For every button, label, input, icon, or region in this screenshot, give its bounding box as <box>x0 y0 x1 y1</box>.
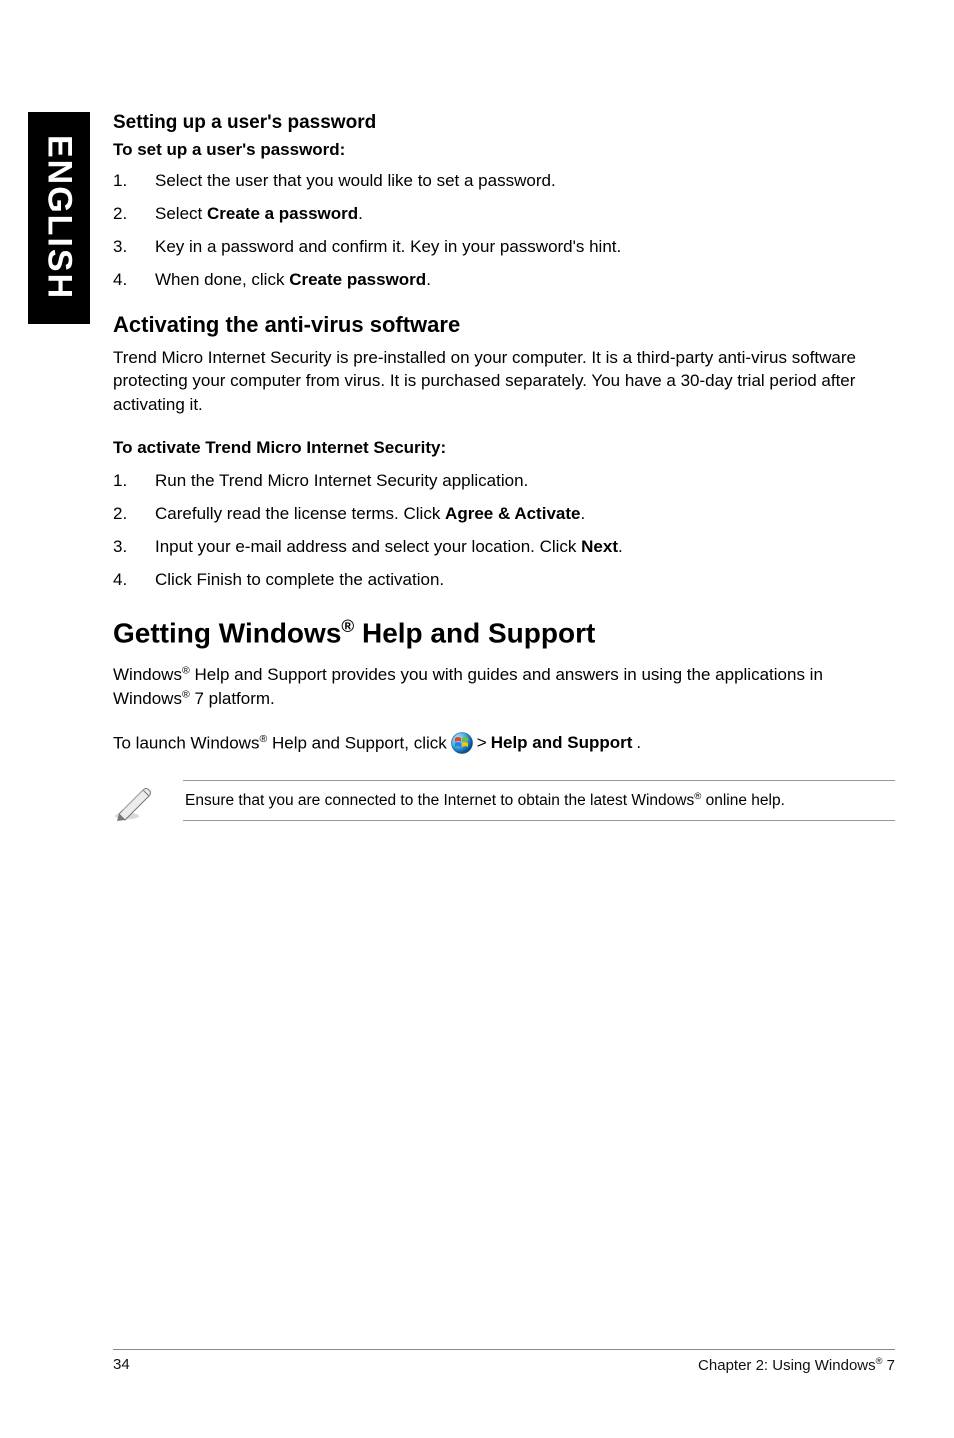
p-part-c: 7 platform. <box>190 689 275 708</box>
list-activate-steps: 1. Run the Trend Micro Internet Security… <box>113 470 895 592</box>
chapter-label: Chapter 2: Using Windows® 7 <box>698 1356 895 1374</box>
subheading-set-password: To set up a user's password: <box>113 140 895 160</box>
list-text: Carefully read the license terms. Click <box>155 504 445 523</box>
list-bold: Next <box>581 537 618 556</box>
heading-setting-password: Setting up a user's password <box>113 112 895 134</box>
list-number: 4. <box>113 269 127 292</box>
list-number: 1. <box>113 170 127 193</box>
list-item: 1. Run the Trend Micro Internet Security… <box>113 470 895 493</box>
list-number: 1. <box>113 470 127 493</box>
registered-mark: ® <box>182 688 190 700</box>
launch-bold: Help and Support <box>491 733 633 753</box>
launch-end: . <box>636 733 641 753</box>
list-item: 4. Click Finish to complete the activati… <box>113 569 895 592</box>
note-a: Ensure that you are connected to the Int… <box>185 792 694 809</box>
p-part-a: Windows <box>113 665 182 684</box>
paragraph-antivirus-desc: Trend Micro Internet Security is pre-ins… <box>113 346 895 416</box>
note-text: Ensure that you are connected to the Int… <box>183 780 895 821</box>
list-bold: Create password <box>289 270 426 289</box>
list-text: Click Finish to complete the activation. <box>155 570 444 589</box>
launch-text-a: To launch Windows® Help and Support, cli… <box>113 733 447 754</box>
list-number: 3. <box>113 536 127 559</box>
pen-icon <box>113 780 157 827</box>
registered-mark: ® <box>182 665 190 677</box>
note-b: online help. <box>701 792 785 809</box>
heading-getting-help: Getting Windows® Help and Support <box>113 616 895 649</box>
list-set-password-steps: 1. Select the user that you would like t… <box>113 170 895 292</box>
subheading-activate-trend: To activate Trend Micro Internet Securit… <box>113 438 895 458</box>
list-number: 4. <box>113 569 127 592</box>
side-language-tab: ENGLISH <box>28 112 90 324</box>
list-text: Key in a password and confirm it. Key in… <box>155 237 621 256</box>
list-text: Run the Trend Micro Internet Security ap… <box>155 471 528 490</box>
list-item: 3. Key in a password and confirm it. Key… <box>113 236 895 259</box>
list-number: 2. <box>113 203 127 226</box>
h1-part-b: Help and Support <box>354 617 595 648</box>
page-number: 34 <box>113 1356 130 1374</box>
list-item: 3. Input your e-mail address and select … <box>113 536 895 559</box>
h1-part-a: Getting Windows <box>113 617 341 648</box>
list-item: 2. Select Create a password. <box>113 203 895 226</box>
list-number: 3. <box>113 236 127 259</box>
list-text-post: . <box>618 537 623 556</box>
side-language-label: ENGLISH <box>40 135 79 300</box>
list-text: When done, click <box>155 270 289 289</box>
list-text: Select the user that you would like to s… <box>155 171 556 190</box>
page-footer: 34 Chapter 2: Using Windows® 7 <box>113 1349 895 1374</box>
list-number: 2. <box>113 503 127 526</box>
list-bold: Agree & Activate <box>445 504 580 523</box>
list-text-post: . <box>426 270 431 289</box>
list-bold: Create a password <box>207 204 358 223</box>
list-text-post: . <box>580 504 585 523</box>
list-text-post: . <box>358 204 363 223</box>
registered-mark: ® <box>341 616 354 636</box>
heading-activate-antivirus: Activating the anti-virus software <box>113 312 895 338</box>
paragraph-help-desc: Windows® Help and Support provides you w… <box>113 663 895 710</box>
windows-start-icon <box>451 732 473 754</box>
list-item: 2. Carefully read the license terms. Cli… <box>113 503 895 526</box>
list-item: 4. When done, click Create password. <box>113 269 895 292</box>
launch-instruction: To launch Windows® Help and Support, cli… <box>113 732 895 754</box>
list-text: Select <box>155 204 207 223</box>
page-content: Setting up a user's password To set up a… <box>113 112 895 827</box>
list-text: Input your e-mail address and select you… <box>155 537 581 556</box>
launch-gt: > <box>477 733 487 753</box>
list-item: 1. Select the user that you would like t… <box>113 170 895 193</box>
note-row: Ensure that you are connected to the Int… <box>113 780 895 827</box>
